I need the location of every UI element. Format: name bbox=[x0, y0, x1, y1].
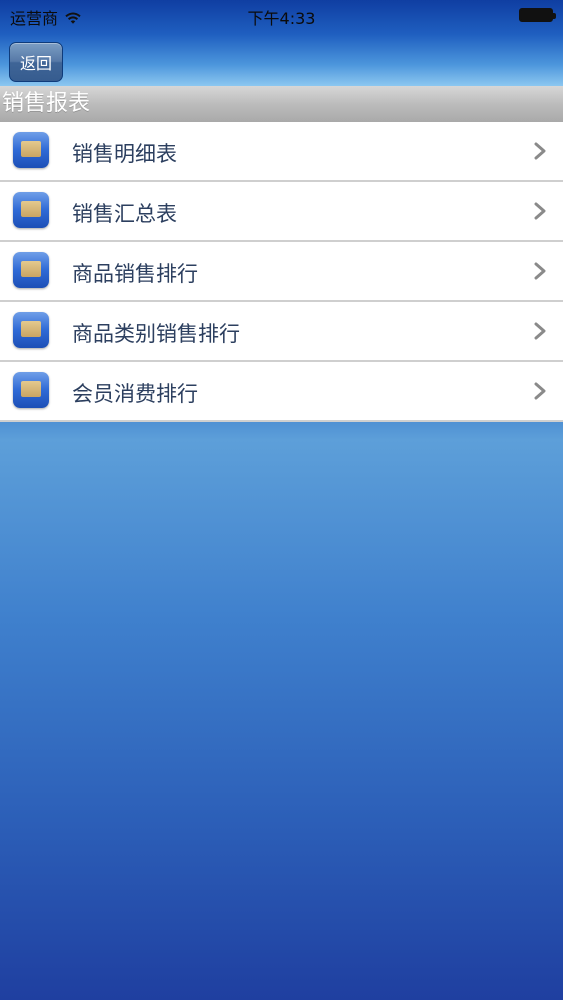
report-icon bbox=[13, 312, 49, 348]
menu-item-category-ranking[interactable]: 商品类别销售排行 bbox=[0, 302, 563, 362]
menu-item-sales-summary[interactable]: 销售汇总表 bbox=[0, 182, 563, 242]
chevron-right-icon bbox=[534, 262, 546, 280]
status-bar: 运营商 下午4:33 bbox=[0, 0, 563, 30]
chevron-right-icon bbox=[534, 142, 546, 160]
menu-item-label: 商品类别销售排行 bbox=[72, 322, 240, 346]
menu-item-label: 商品销售排行 bbox=[72, 262, 198, 286]
menu-item-member-ranking[interactable]: 会员消费排行 bbox=[0, 362, 563, 422]
menu-item-label: 销售明细表 bbox=[72, 142, 177, 166]
report-menu-list: 销售明细表 销售汇总表 商品销售排行 商品类别销售排行 会员消费排行 bbox=[0, 122, 563, 422]
section-title: 销售报表 bbox=[0, 86, 563, 122]
report-icon bbox=[13, 192, 49, 228]
report-icon bbox=[13, 372, 49, 408]
status-time: 下午4:33 bbox=[247, 9, 316, 28]
menu-item-label: 销售汇总表 bbox=[72, 202, 177, 226]
back-button[interactable]: 返回 bbox=[9, 42, 63, 82]
menu-item-product-ranking[interactable]: 商品销售排行 bbox=[0, 242, 563, 302]
report-icon bbox=[13, 252, 49, 288]
menu-item-label: 会员消费排行 bbox=[72, 382, 198, 406]
chevron-right-icon bbox=[534, 322, 546, 340]
chevron-right-icon bbox=[534, 382, 546, 400]
chevron-right-icon bbox=[534, 202, 546, 220]
battery-icon bbox=[519, 8, 556, 22]
menu-item-sales-detail[interactable]: 销售明细表 bbox=[0, 122, 563, 182]
report-icon bbox=[13, 132, 49, 168]
